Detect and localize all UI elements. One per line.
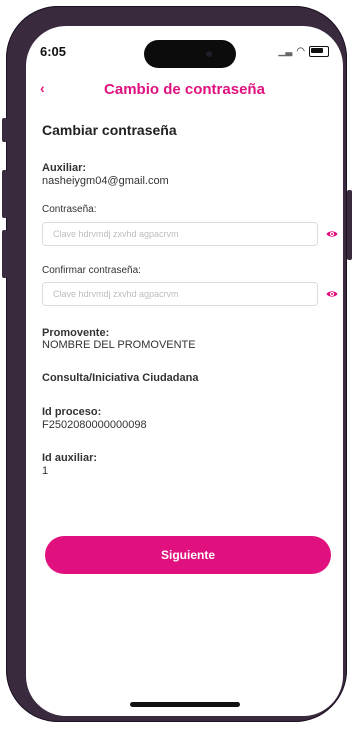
mute-switch — [2, 118, 7, 142]
page-title: Cambio de contraseña — [104, 81, 265, 98]
volume-up-button — [2, 170, 7, 218]
home-indicator — [130, 702, 240, 707]
id-auxiliar-value: 1 — [42, 465, 49, 477]
auxiliar-value: nasheiygm04@gmail.com — [42, 175, 169, 187]
promovente-value: NOMBRE DEL PROMOVENTE — [42, 339, 196, 351]
siguiente-button[interactable]: Siguiente — [45, 536, 331, 574]
power-button — [347, 190, 352, 260]
confirm-password-label: Confirmar contraseña: — [42, 265, 141, 276]
eye-icon[interactable] — [326, 228, 338, 240]
camera-icon — [206, 51, 212, 57]
confirm-password-field[interactable]: Clave hdrvmdj zxvhd agpacrvm — [42, 282, 318, 306]
password-field[interactable]: Clave hdrvmdj zxvhd agpacrvm — [42, 222, 318, 246]
password-label: Contraseña: — [42, 204, 97, 215]
wifi-icon: ◠ — [296, 46, 305, 57]
id-proceso-label: Id proceso: — [42, 406, 102, 418]
battery-icon — [309, 46, 329, 57]
phone-frame: 6:05 ▁▃ ◠ ‹ Cambio de contraseña Cambiar… — [6, 6, 347, 722]
status-icons: ▁▃ ◠ — [278, 46, 329, 57]
auxiliar-label: Auxiliar: — [42, 162, 87, 174]
consulta-label: Consulta/Iniciativa Ciudadana — [42, 372, 199, 384]
volume-down-button — [2, 230, 7, 278]
signal-icon: ▁▃ — [278, 46, 293, 56]
id-auxiliar-label: Id auxiliar: — [42, 452, 98, 464]
eye-icon[interactable] — [326, 288, 338, 300]
screen: 6:05 ▁▃ ◠ ‹ Cambio de contraseña Cambiar… — [26, 26, 343, 716]
section-title: Cambiar contraseña — [42, 122, 177, 138]
id-proceso-value: F2502080000000098 — [42, 419, 147, 431]
dynamic-island — [144, 40, 236, 68]
promovente-label: Promovente: — [42, 327, 110, 339]
status-time: 6:05 — [40, 44, 67, 59]
